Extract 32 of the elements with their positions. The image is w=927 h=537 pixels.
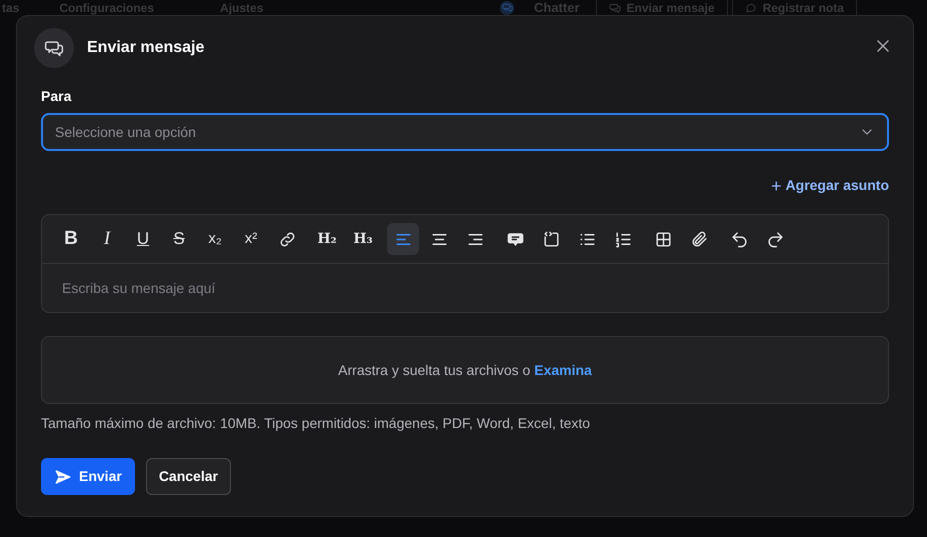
toolbar-button[interactable]: U	[127, 223, 159, 255]
toolbar-button[interactable]: B	[55, 223, 87, 255]
chat-icon	[608, 2, 621, 14]
speech-bubble-icon	[744, 2, 757, 14]
toolbar-button[interactable]: I	[91, 223, 123, 255]
file-dropzone[interactable]: Arrastra y suelta tus archivos o Examina	[41, 336, 889, 404]
toolbar-button[interactable]: H₂	[311, 223, 343, 255]
browse-link[interactable]: Examina	[534, 362, 592, 378]
link-icon	[278, 230, 296, 248]
recipient-select[interactable]: Seleccione una opción	[41, 113, 889, 151]
toolbar-button[interactable]: x²	[235, 223, 267, 255]
select-placeholder: Seleccione una opción	[55, 122, 196, 142]
dropzone-text: Arrastra y suelta tus archivos o Examina	[338, 360, 592, 380]
message-field[interactable]: Escriba su mensaje aquí	[41, 264, 889, 313]
send-icon	[54, 468, 72, 486]
table-icon	[654, 230, 672, 248]
redo-icon	[766, 230, 784, 248]
code-block-icon	[542, 230, 560, 248]
toolbar-button[interactable]: S	[163, 223, 195, 255]
cancel-button[interactable]: Cancelar	[146, 458, 231, 495]
plus-icon: +	[771, 176, 782, 194]
file-hint: Tamaño máximo de archivo: 10MB. Tipos permitidos: imágenes, PDF, Word, Excel, texto	[41, 414, 592, 433]
dialog-title: Enviar mensaje	[87, 38, 204, 58]
field-label: Para	[41, 87, 72, 106]
send-button[interactable]: Enviar	[41, 458, 135, 495]
chat-icon	[502, 2, 512, 13]
paperclip-icon	[690, 230, 708, 248]
add-subject-link[interactable]: + Agregar asunto	[771, 175, 889, 196]
undo-icon	[730, 230, 748, 248]
toolbar-button[interactable]: x₂	[199, 223, 231, 255]
toolbar-button[interactable]: H₃	[347, 223, 379, 255]
numbered-list-icon	[614, 230, 632, 248]
